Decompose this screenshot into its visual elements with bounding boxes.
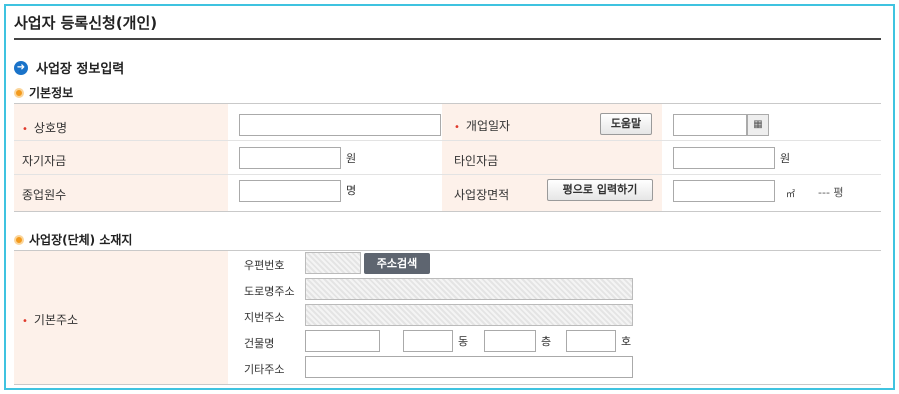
required-mark: • [22,124,28,135]
row-divider [14,140,881,141]
arrow-right-circle-icon: ➜ [14,60,28,75]
floor-unit: 층 [541,335,552,348]
basic-info-bottom-rule [14,211,881,212]
building-name-label: 건물명 [244,337,275,350]
address-search-button[interactable]: 주소검색 [364,253,430,274]
road-address-label: 도로명주소 [244,285,295,298]
ho-input[interactable] [566,330,616,352]
other-capital-unit: 원 [780,152,791,165]
extra-address-label: 기타주소 [244,363,285,376]
other-capital-label: 타인자금 [454,154,499,168]
required-mark: • [454,122,460,133]
base-address-label-text: 기본주소 [33,313,79,327]
open-date-label-text: 개업일자 [465,119,511,133]
trade-name-input[interactable] [239,114,441,136]
page-title: 사업자 등록신청(개인) [14,14,158,32]
road-address-input [305,278,633,300]
trade-name-label: • 상호명 [22,119,67,136]
area-input[interactable] [673,180,775,202]
lot-address-label: 지번주소 [244,311,285,324]
ho-unit: 호 [621,335,632,348]
area-unit: ㎡ [786,190,796,200]
dong-input[interactable] [403,330,453,352]
employees-input[interactable] [239,180,341,202]
pyeong-value: --- 평 [818,186,844,199]
postcode-label: 우편번호 [244,259,285,272]
calendar-icon[interactable]: ▦ [747,114,769,136]
address-heading: 사업장(단체) 소재지 [14,231,132,248]
lot-address-input [305,304,633,326]
other-capital-input[interactable] [673,147,775,169]
employees-unit: 명 [346,184,357,197]
required-mark: • [22,316,28,327]
address-heading-text: 사업장(단체) 소재지 [29,233,133,247]
extra-address-input[interactable] [305,356,633,378]
basic-info-heading-text: 기본정보 [29,86,74,100]
pyeong-input-button[interactable]: 평으로 입력하기 [547,179,653,201]
basic-info-heading: 기본정보 [14,84,73,101]
section-heading: ➜ 사업장 정보입력 [14,58,124,77]
trade-name-label-text: 상호명 [33,121,68,135]
bullet-dot-icon [14,234,24,245]
floor-input[interactable] [484,330,536,352]
employees-label: 종업원수 [22,188,67,202]
form-frame: 사업자 등록신청(개인) ➜ 사업장 정보입력 기본정보 • 상호명 • 개업일자 … [4,4,895,390]
base-address-label: • 기본주소 [22,311,78,328]
help-button[interactable]: 도움말 [600,113,652,135]
title-divider [14,38,881,40]
own-capital-unit: 원 [346,152,357,165]
own-capital-input[interactable] [239,147,341,169]
address-bottom-rule [14,384,881,385]
section-title: 사업장 정보입력 [36,62,125,77]
postcode-input [305,252,361,274]
open-date-input[interactable] [673,114,747,136]
open-date-label: • 개업일자 [454,117,510,134]
own-capital-label: 자기자금 [22,154,67,168]
row-divider [14,174,881,175]
dong-unit: 동 [458,335,469,348]
bullet-dot-icon [14,87,24,98]
building-name-input[interactable] [305,330,380,352]
area-label: 사업장면적 [454,188,510,202]
